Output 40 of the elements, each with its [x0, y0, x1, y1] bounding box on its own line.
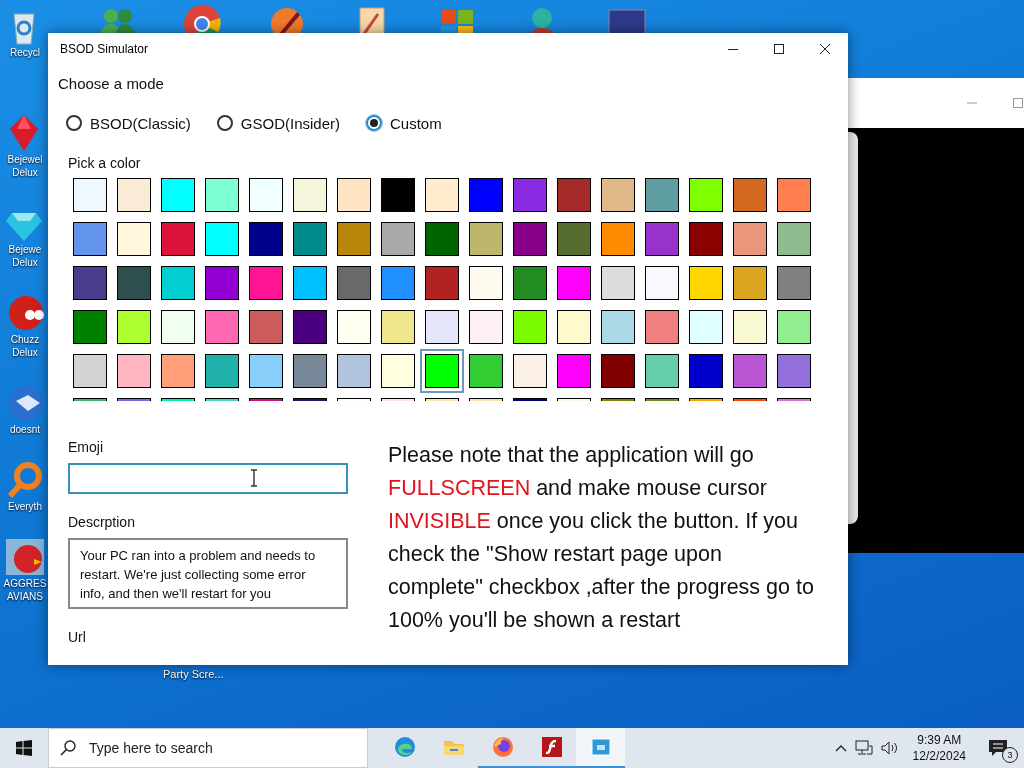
notification-badge: 3 — [1002, 747, 1018, 763]
window-app-icon — [588, 735, 613, 759]
volume-icon[interactable] — [880, 740, 899, 756]
emoji-field[interactable] — [68, 463, 348, 494]
bird-icon[interactable] — [4, 537, 46, 577]
notification-icon[interactable] — [988, 739, 1008, 757]
desktop-icon-label[interactable]: Party Scre... — [163, 668, 224, 680]
radio-option[interactable]: BSOD(Classic) — [66, 114, 191, 132]
window-title: BSOD Simulator — [59, 42, 149, 56]
desktop-icon-label[interactable]: Recycl — [2, 46, 48, 59]
text-cursor-icon — [250, 469, 258, 487]
windows-logo-icon[interactable] — [16, 740, 32, 756]
desktop-icon-label[interactable]: Everyth — [2, 500, 48, 513]
clock-date[interactable]: 12/2/2024 — [912, 748, 966, 764]
radio-option[interactable]: GSOD(Insider) — [216, 114, 341, 132]
maximize-icon[interactable] — [774, 44, 784, 54]
network-icon[interactable] — [854, 740, 873, 756]
desktop-icon-label[interactable]: Chuzz Delux — [2, 333, 48, 359]
field-label: Url — [68, 629, 87, 647]
desktop-icon-label[interactable]: Bejewe Delux — [2, 243, 48, 269]
desktop-icon-label[interactable]: doesnt — [2, 423, 48, 436]
notice-text: Please note that the application will go FULLSCREEN and make mouse cursor INVISIBLE once you click the button. If you check the "Show restart page upon complete" checkbox ,after the progress go to 100% you'll be shown a restart — [388, 442, 815, 634]
radio-option[interactable]: Custom — [366, 114, 442, 132]
flash-player-icon — [539, 735, 564, 759]
browser-icon — [392, 735, 417, 759]
section-label: Pick a color — [68, 155, 142, 173]
field-label: Emoji — [68, 439, 104, 457]
search-field[interactable]: Type here to search — [48, 728, 368, 768]
field-label: Descrption — [68, 514, 136, 532]
clock-time[interactable]: 9:39 AM — [917, 732, 962, 748]
browser-icon — [490, 735, 515, 759]
taskbar-app-button[interactable] — [576, 728, 625, 768]
description-field[interactable]: Your PC ran into a problem and needs to restart. We're just collecting some error info, and then we'll restart for you — [68, 538, 348, 609]
chevron-up-icon[interactable] — [834, 744, 847, 752]
color-swatch[interactable] — [420, 349, 464, 393]
search-icon — [60, 740, 76, 756]
close-icon[interactable] — [820, 44, 830, 54]
desktop-icon-label[interactable]: AGGRES AVIANS — [2, 577, 48, 603]
desktop-icon-label[interactable]: Bejewel Delux — [2, 153, 48, 179]
section-label: Choose a mode — [58, 75, 165, 94]
